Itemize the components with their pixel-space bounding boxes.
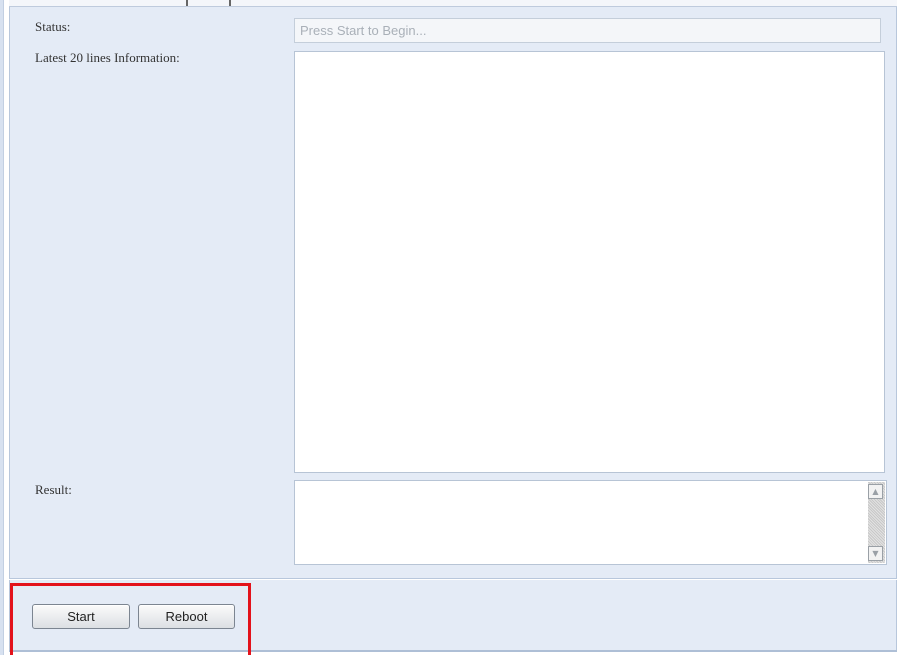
result-label: Result: — [35, 482, 72, 497]
scroll-up-arrow-icon[interactable]: ▲ — [868, 484, 883, 499]
tab-divider — [229, 0, 231, 6]
result-textarea[interactable]: ▲ ▼ — [294, 480, 887, 565]
scroll-down-arrow-icon[interactable]: ▼ — [868, 546, 883, 561]
info-label: Latest 20 lines Information: — [35, 50, 180, 65]
top-tab-strip — [9, 0, 897, 7]
page-left-border — [0, 0, 4, 655]
form-panel: Status: Press Start to Begin... Latest 2… — [9, 7, 897, 579]
highlight-box — [10, 583, 251, 655]
info-textarea[interactable] — [294, 51, 885, 473]
status-label: Status: — [35, 19, 71, 34]
status-field: Press Start to Begin... — [294, 18, 881, 43]
tab-divider — [186, 0, 188, 6]
result-scrollbar[interactable]: ▲ ▼ — [868, 482, 885, 563]
